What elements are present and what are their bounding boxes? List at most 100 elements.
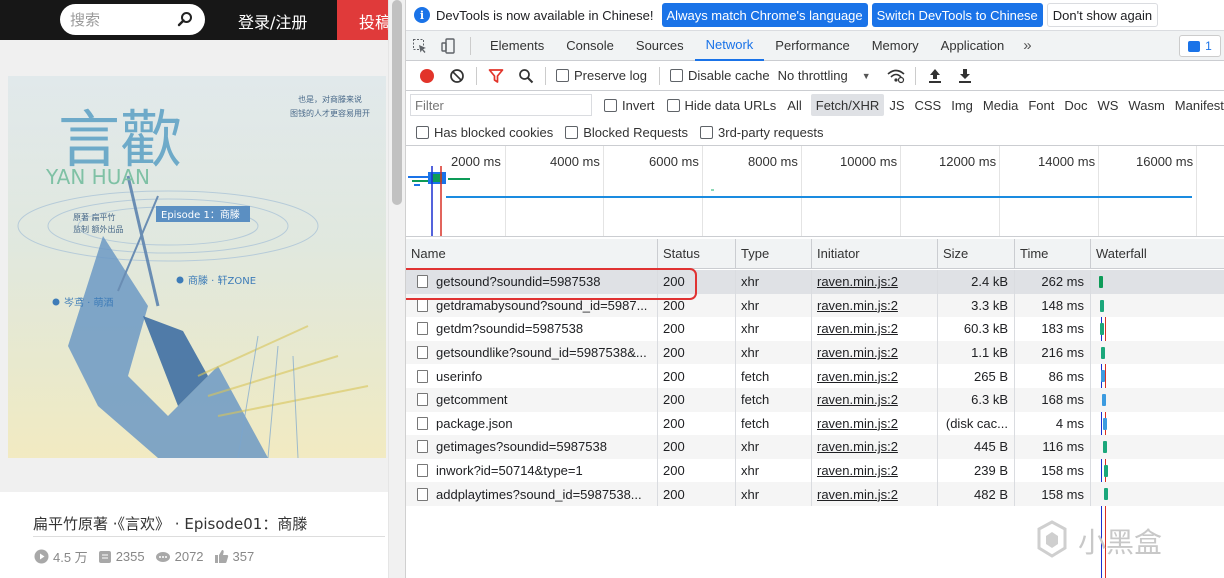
request-row[interactable]: getcomment 200 fetch raven.min.js:2 6.3 kB 16… xyxy=(406,388,1224,412)
type-filter-font[interactable]: Font xyxy=(1023,94,1059,116)
request-initiator-link[interactable]: raven.min.js:2 xyxy=(812,293,938,318)
initiator-link[interactable]: raven.min.js:2 xyxy=(817,321,898,336)
tab-application[interactable]: Application xyxy=(930,31,1016,61)
column-header-status[interactable]: Status xyxy=(658,239,736,268)
site-search-box[interactable] xyxy=(60,4,205,35)
request-name-cell[interactable]: package.json xyxy=(406,411,658,436)
invert-checkbox[interactable]: Invert xyxy=(604,98,655,113)
tab-sources[interactable]: Sources xyxy=(625,31,695,61)
type-filter-js[interactable]: JS xyxy=(884,94,909,116)
checkbox-box[interactable] xyxy=(700,125,714,139)
network-conditions-wifi-icon[interactable] xyxy=(881,61,911,91)
blocked-requests-checkbox[interactable]: Blocked Requests xyxy=(565,125,688,140)
type-filter-doc[interactable]: Doc xyxy=(1059,94,1092,116)
checkbox-box[interactable] xyxy=(604,98,617,112)
type-filter-wasm[interactable]: Wasm xyxy=(1123,94,1169,116)
request-name-cell[interactable]: getcomment xyxy=(406,388,658,412)
initiator-link[interactable]: raven.min.js:2 xyxy=(817,392,898,407)
type-filter-fetch-xhr[interactable]: Fetch/XHR xyxy=(810,94,885,116)
type-filter-img[interactable]: Img xyxy=(946,94,978,116)
request-name-cell[interactable]: getimages?soundid=5987538 xyxy=(406,435,658,459)
network-overview-timeline[interactable]: 2000 ms 4000 ms 6000 ms 8000 ms 10000 ms… xyxy=(406,146,1224,237)
column-header-initiator[interactable]: Initiator xyxy=(812,239,938,268)
column-header-time[interactable]: Time xyxy=(1015,239,1091,268)
tab-elements[interactable]: Elements xyxy=(479,31,555,61)
page-scrollbar-thumb[interactable] xyxy=(392,0,402,205)
initiator-link[interactable]: raven.min.js:2 xyxy=(817,416,898,431)
filter-input[interactable] xyxy=(410,94,592,116)
type-filter-manifest[interactable]: Manifest xyxy=(1170,94,1224,116)
request-initiator-link[interactable]: raven.min.js:2 xyxy=(812,317,938,341)
checkbox-box[interactable] xyxy=(669,69,683,82)
checkbox-box[interactable] xyxy=(565,125,579,139)
initiator-link[interactable]: raven.min.js:2 xyxy=(817,487,898,502)
type-filter-ws[interactable]: WS xyxy=(1092,94,1123,116)
login-register-link[interactable]: 登录/注册 xyxy=(238,9,307,33)
request-initiator-link[interactable]: raven.min.js:2 xyxy=(812,340,938,365)
request-row[interactable]: getdramabysound?sound_id=5987... 200 xhr ra… xyxy=(406,293,1224,318)
request-row[interactable]: addplaytimes?sound_id=5987538... 200 xhr ra… xyxy=(406,482,1224,506)
request-name-cell[interactable]: getdm?soundid=5987538 xyxy=(406,317,658,341)
page-scrollbar[interactable] xyxy=(388,0,405,578)
site-search-input[interactable] xyxy=(70,10,170,29)
request-name-cell[interactable]: getsoundlike?sound_id=5987538&... xyxy=(406,340,658,365)
has-blocked-cookies-checkbox[interactable]: Has blocked cookies xyxy=(416,125,553,140)
tab-network[interactable]: Network xyxy=(694,31,765,61)
clear-icon[interactable] xyxy=(442,61,472,91)
device-toolbar-icon[interactable] xyxy=(434,31,462,61)
request-initiator-link[interactable]: raven.min.js:2 xyxy=(812,388,938,412)
request-name-cell[interactable]: getsound?soundid=5987538 xyxy=(406,270,658,294)
request-name-cell[interactable]: userinfo xyxy=(406,364,658,388)
column-header-waterfall[interactable]: Waterfall xyxy=(1091,239,1224,268)
checkbox-box[interactable] xyxy=(556,69,569,82)
switch-to-chinese-button[interactable]: Switch DevTools to Chinese xyxy=(871,3,1043,27)
request-initiator-link[interactable]: raven.min.js:2 xyxy=(812,411,938,436)
tab-performance[interactable]: Performance xyxy=(764,31,860,61)
import-har-upload-icon[interactable] xyxy=(920,61,950,91)
dont-show-again-button[interactable]: Don't show again xyxy=(1046,3,1159,27)
column-header-size[interactable]: Size xyxy=(938,239,1015,268)
request-initiator-link[interactable]: raven.min.js:2 xyxy=(812,458,938,483)
type-filter-css[interactable]: CSS xyxy=(910,94,947,116)
tab-memory[interactable]: Memory xyxy=(861,31,930,61)
filter-funnel-icon[interactable] xyxy=(481,61,511,91)
initiator-link[interactable]: raven.min.js:2 xyxy=(817,439,898,454)
initiator-link[interactable]: raven.min.js:2 xyxy=(817,345,898,360)
search-icon[interactable] xyxy=(511,61,541,91)
request-row[interactable]: getsoundlike?sound_id=5987538&... 200 xhr r… xyxy=(406,340,1224,365)
record-icon[interactable] xyxy=(412,61,442,91)
request-initiator-link[interactable]: raven.min.js:2 xyxy=(812,270,938,294)
checkbox-box[interactable] xyxy=(416,125,429,139)
submit-upload-button[interactable]: 投稿 xyxy=(337,0,388,40)
request-name-cell[interactable]: inwork?id=50714&type=1 xyxy=(406,458,658,483)
request-row[interactable]: getimages?soundid=5987538 200 xhr raven.min… xyxy=(406,435,1224,459)
always-match-language-button[interactable]: Always match Chrome's language xyxy=(661,3,868,27)
column-header-name[interactable]: Name xyxy=(406,239,658,268)
request-row[interactable]: package.json 200 fetch raven.min.js:2 (disk … xyxy=(406,411,1224,436)
third-party-requests-checkbox[interactable]: 3rd-party requests xyxy=(700,125,824,140)
request-row[interactable]: userinfo 200 fetch raven.min.js:2 265 B 86 ms xyxy=(406,364,1224,388)
request-initiator-link[interactable]: raven.min.js:2 xyxy=(812,364,938,388)
request-row[interactable]: getsound?soundid=5987538 200 xhr raven.min.… xyxy=(406,270,1224,294)
request-row[interactable]: inwork?id=50714&type=1 200 xhr raven.min.js… xyxy=(406,458,1224,483)
request-initiator-link[interactable]: raven.min.js:2 xyxy=(812,435,938,459)
hide-data-urls-checkbox[interactable]: Hide data URLs xyxy=(666,98,776,113)
preserve-log-checkbox[interactable]: Preserve log xyxy=(556,68,647,83)
initiator-link[interactable]: raven.min.js:2 xyxy=(817,298,898,313)
inspect-element-icon[interactable] xyxy=(406,31,434,61)
checkbox-box[interactable] xyxy=(666,98,680,112)
issues-counter-button[interactable]: 1 xyxy=(1179,35,1221,57)
initiator-link[interactable]: raven.min.js:2 xyxy=(817,463,898,478)
more-tabs-chevron-icon[interactable]: » xyxy=(1015,37,1039,54)
throttling-dropdown[interactable]: No throttling ▼ xyxy=(778,68,871,83)
initiator-link[interactable]: raven.min.js:2 xyxy=(817,369,898,384)
request-row[interactable]: getdm?soundid=5987538 200 xhr raven.min.js:… xyxy=(406,317,1224,341)
request-initiator-link[interactable]: raven.min.js:2 xyxy=(812,482,938,506)
type-filter-all[interactable]: All xyxy=(782,94,806,116)
column-header-type[interactable]: Type xyxy=(736,239,812,268)
export-har-download-icon[interactable] xyxy=(950,61,980,91)
disable-cache-checkbox[interactable]: Disable cache xyxy=(669,68,770,83)
search-icon[interactable] xyxy=(177,11,193,27)
request-name-cell[interactable]: addplaytimes?sound_id=5987538... xyxy=(406,482,658,506)
initiator-link[interactable]: raven.min.js:2 xyxy=(817,274,898,289)
